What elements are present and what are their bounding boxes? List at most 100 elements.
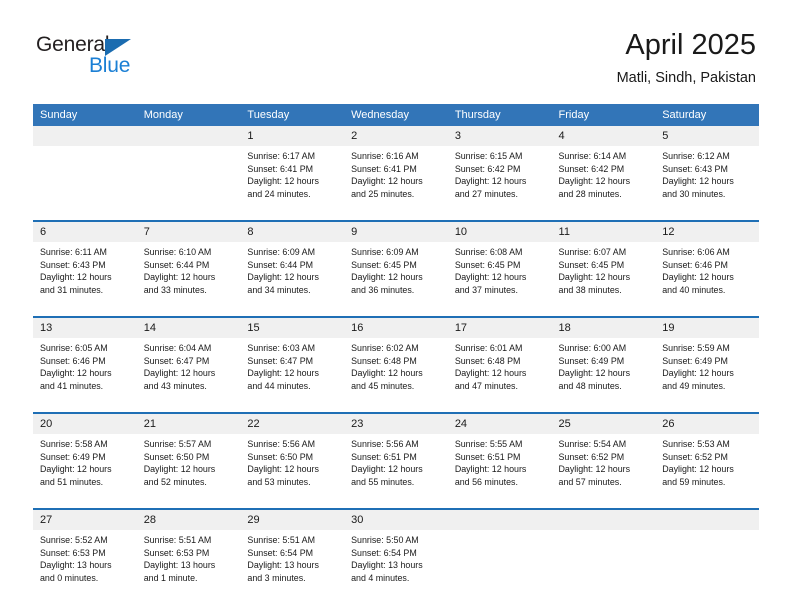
sunset-text: Sunset: 6:41 PM [351,163,417,174]
day-number[interactable]: 9 [344,220,448,242]
day-cell[interactable]: Sunrise: 6:07 AM Sunset: 6:45 PM Daylight:… [551,242,656,317]
day-cell[interactable]: Sunrise: 5:50 AM Sunset: 6:54 PM Daylight:… [344,530,448,604]
day-number[interactable]: 21 [136,412,241,434]
day-cell[interactable]: Sunrise: 5:51 AM Sunset: 6:54 PM Daylight:… [240,530,345,604]
day-number[interactable]: 12 [655,220,759,242]
day-cell[interactable]: Sunrise: 5:59 AM Sunset: 6:49 PM Daylight:… [655,338,759,413]
day-number[interactable]: 27 [33,508,137,530]
day-cell[interactable]: Sunrise: 6:09 AM Sunset: 6:44 PM Daylight:… [240,242,345,317]
week-info-row: Sunrise: 6:17 AM Sunset: 6:41 PM Daylight:… [33,146,759,221]
day-number[interactable]: 13 [33,316,137,338]
day-number[interactable]: 18 [551,316,656,338]
day-cell[interactable]: Sunrise: 6:15 AM Sunset: 6:42 PM Daylight:… [447,146,552,221]
day-cell[interactable]: Sunrise: 6:17 AM Sunset: 6:41 PM Daylight:… [240,146,345,221]
day-cell[interactable]: Sunrise: 6:01 AM Sunset: 6:48 PM Daylight:… [447,338,552,413]
day-number[interactable]: 1 [240,126,345,146]
day-number[interactable]: 7 [136,220,241,242]
day-number[interactable]: 2 [344,126,448,146]
day-cell[interactable]: Sunrise: 6:14 AM Sunset: 6:42 PM Daylight:… [551,146,656,221]
daylight-text-line2: and 43 minutes. [143,380,207,391]
logo-text-blue: Blue [89,54,131,77]
day-cell[interactable]: Sunrise: 6:00 AM Sunset: 6:49 PM Daylight:… [551,338,656,413]
day-cell[interactable]: Sunrise: 5:52 AM Sunset: 6:53 PM Daylight:… [33,530,137,604]
day-cell[interactable]: Sunrise: 6:06 AM Sunset: 6:46 PM Daylight:… [655,242,759,317]
day-cell[interactable]: Sunrise: 6:03 AM Sunset: 6:47 PM Daylight:… [240,338,345,413]
day-cell[interactable]: Sunrise: 5:56 AM Sunset: 6:50 PM Daylight:… [240,434,345,509]
sunrise-text: Sunrise: 6:14 AM [558,151,627,161]
week-date-row: 6 7 8 9 10 11 12 [33,220,759,242]
day-cell[interactable]: Sunrise: 5:56 AM Sunset: 6:51 PM Daylight:… [344,434,448,509]
daylight-text-line1: Daylight: 12 hours [454,464,527,475]
day-cell-empty [136,146,241,221]
day-cell[interactable]: Sunrise: 5:55 AM Sunset: 6:51 PM Daylight:… [447,434,552,509]
day-number-empty [136,126,241,146]
day-number[interactable]: 17 [447,316,552,338]
sunset-text: Sunset: 6:44 PM [143,259,210,270]
daylight-text-line2: and 41 minutes. [40,380,104,391]
sunrise-text: Sunrise: 5:55 AM [454,439,523,449]
daylight-text-line2: and 45 minutes. [351,380,415,391]
day-cell[interactable]: Sunrise: 5:53 AM Sunset: 6:52 PM Daylight:… [655,434,759,509]
daylight-text-line1: Daylight: 12 hours [143,272,216,283]
day-number[interactable]: 23 [344,412,448,434]
day-number[interactable]: 5 [655,126,759,146]
daylight-text-line2: and 59 minutes. [662,476,726,487]
day-number[interactable]: 26 [655,412,759,434]
day-cell[interactable]: Sunrise: 6:11 AM Sunset: 6:43 PM Daylight:… [33,242,137,317]
day-cell-empty [551,530,656,604]
sunrise-text: Sunrise: 6:04 AM [143,343,212,353]
day-number[interactable]: 30 [344,508,448,530]
daylight-text-line2: and 36 minutes. [351,284,415,295]
day-cell[interactable]: Sunrise: 6:16 AM Sunset: 6:41 PM Daylight:… [344,146,448,221]
day-number[interactable]: 11 [551,220,656,242]
day-cell[interactable]: Sunrise: 6:10 AM Sunset: 6:44 PM Daylight:… [136,242,241,317]
day-number[interactable]: 3 [447,126,552,146]
day-number[interactable]: 14 [136,316,241,338]
daylight-text-line1: Daylight: 12 hours [454,176,527,187]
title-block: April 2025 Matli, Sindh, Pakistan [617,28,756,88]
day-cell[interactable]: Sunrise: 6:02 AM Sunset: 6:48 PM Daylight:… [344,338,448,413]
day-cell[interactable]: Sunrise: 5:51 AM Sunset: 6:53 PM Daylight:… [136,530,241,604]
sunset-text: Sunset: 6:53 PM [143,547,210,558]
sunrise-text: Sunrise: 6:00 AM [558,343,627,353]
day-number[interactable]: 16 [344,316,448,338]
day-number[interactable]: 22 [240,412,345,434]
day-number[interactable]: 20 [33,412,137,434]
day-number[interactable]: 8 [240,220,345,242]
day-number[interactable]: 6 [33,220,137,242]
sunrise-text: Sunrise: 5:59 AM [662,343,730,353]
daylight-text-line2: and 40 minutes. [662,284,726,295]
day-cell[interactable]: Sunrise: 6:05 AM Sunset: 6:46 PM Daylight:… [33,338,137,413]
day-number[interactable]: 24 [447,412,552,434]
day-cell[interactable]: Sunrise: 6:09 AM Sunset: 6:45 PM Daylight:… [344,242,448,317]
daylight-text-line1: Daylight: 12 hours [40,464,112,475]
day-number[interactable]: 28 [136,508,241,530]
day-cell[interactable]: Sunrise: 5:54 AM Sunset: 6:52 PM Daylight:… [551,434,656,509]
sunrise-text: Sunrise: 6:15 AM [454,151,523,161]
sunrise-text: Sunrise: 6:05 AM [40,343,108,353]
day-number[interactable]: 10 [447,220,552,242]
day-cell[interactable]: Sunrise: 5:57 AM Sunset: 6:50 PM Daylight:… [136,434,241,509]
week-info-row: Sunrise: 5:52 AM Sunset: 6:53 PM Daylight:… [33,530,759,604]
sunrise-text: Sunrise: 6:10 AM [143,247,212,257]
week-date-row: 27 28 29 30 [33,508,759,530]
daylight-text-line1: Daylight: 12 hours [558,272,631,283]
day-cell[interactable]: Sunrise: 6:04 AM Sunset: 6:47 PM Daylight:… [136,338,241,413]
day-cell[interactable]: Sunrise: 6:12 AM Sunset: 6:43 PM Daylight:… [655,146,759,221]
sunset-text: Sunset: 6:43 PM [40,259,106,270]
week-date-row: 12345 [33,126,759,146]
sunrise-text: Sunrise: 5:51 AM [247,535,315,545]
weekday-header-friday: Friday [551,104,656,126]
day-number[interactable]: 4 [551,126,656,146]
generalblue-logo[interactable]: General Blue [36,33,156,81]
day-number[interactable]: 29 [240,508,345,530]
day-cell[interactable]: Sunrise: 6:08 AM Sunset: 6:45 PM Daylight:… [447,242,552,317]
day-number[interactable]: 15 [240,316,345,338]
sunrise-text: Sunrise: 6:12 AM [662,151,730,161]
daylight-text-line1: Daylight: 13 hours [351,560,423,571]
daylight-text-line2: and 4 minutes. [351,572,410,583]
day-number[interactable]: 25 [551,412,656,434]
day-number[interactable]: 19 [655,316,759,338]
day-cell[interactable]: Sunrise: 5:58 AM Sunset: 6:49 PM Daylight:… [33,434,137,509]
sunset-text: Sunset: 6:52 PM [662,451,728,462]
